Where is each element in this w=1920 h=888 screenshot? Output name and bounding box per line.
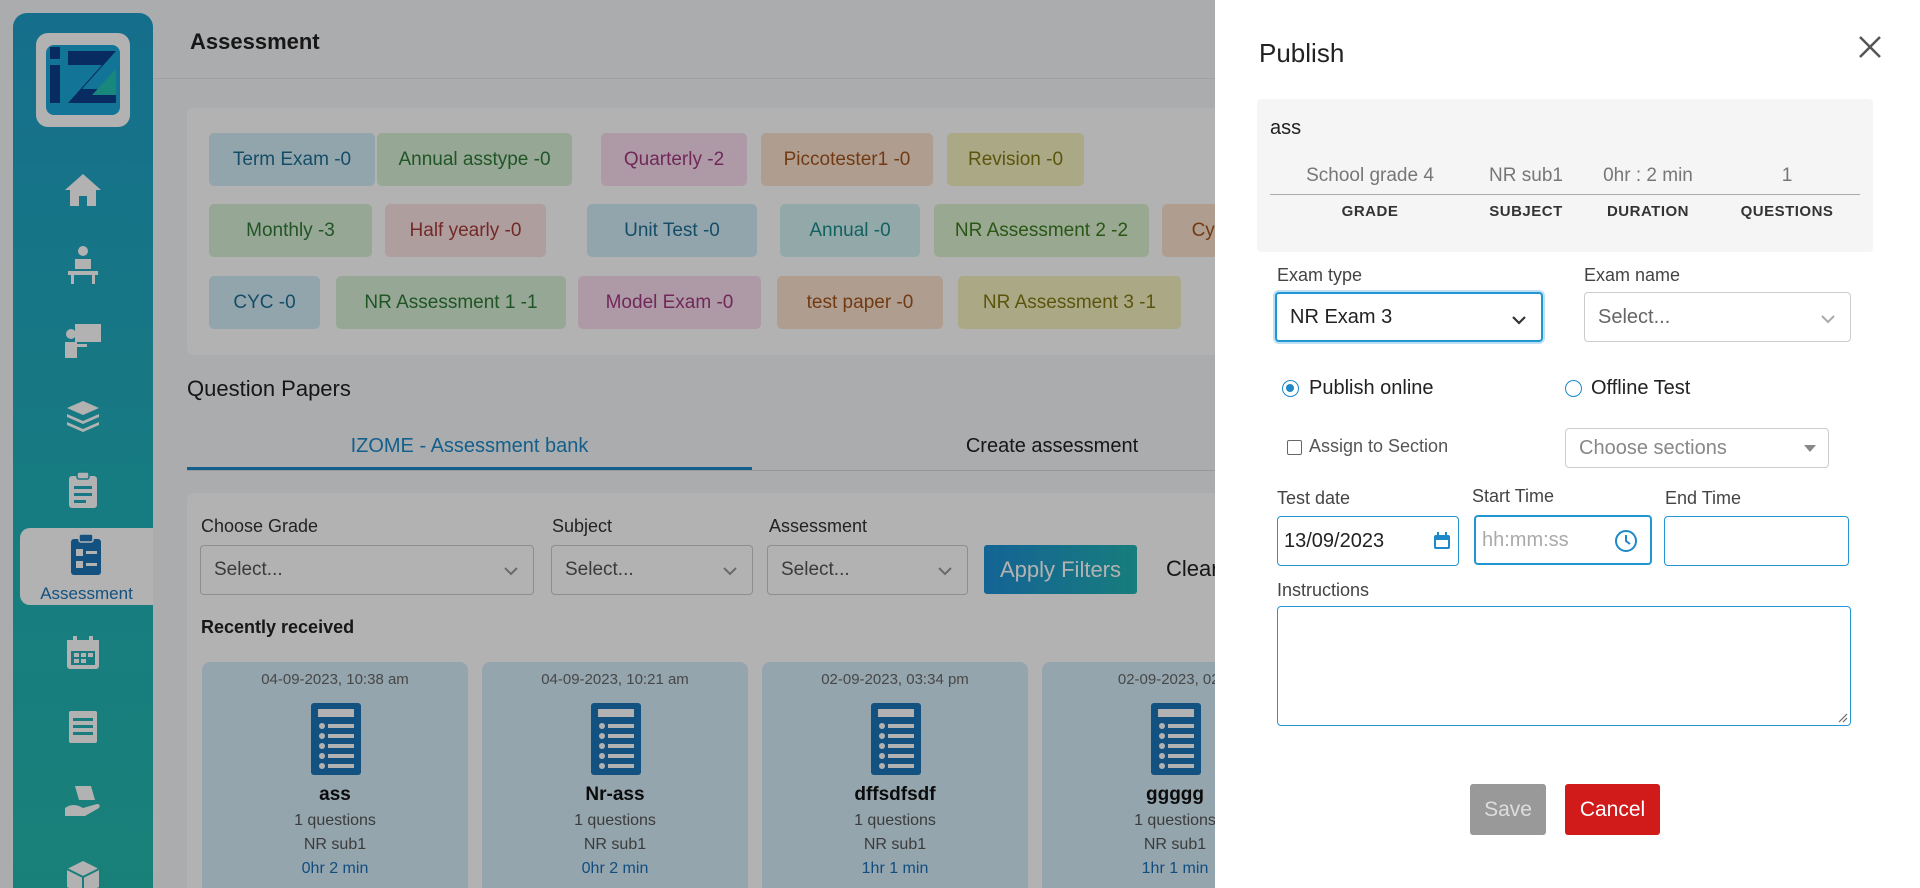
summary-duration: 0hr : 2 min — [1603, 165, 1693, 186]
grade-header: GRADE — [1341, 203, 1399, 220]
exam-name-value: Select... — [1598, 305, 1671, 328]
subject-header: SUBJECT — [1489, 203, 1563, 220]
exam-type-select[interactable]: NR Exam 3 — [1275, 292, 1543, 342]
publish-online-radio[interactable] — [1282, 380, 1299, 397]
save-button[interactable]: Save — [1470, 784, 1546, 835]
sections-select[interactable]: Choose sections — [1565, 428, 1829, 468]
instructions-textarea[interactable] — [1277, 606, 1851, 726]
chevron-down-icon — [1821, 315, 1835, 324]
chevron-down-icon — [1512, 316, 1526, 325]
calendar-icon[interactable] — [1433, 532, 1451, 550]
summary-grade: School grade 4 — [1306, 165, 1434, 186]
close-icon[interactable] — [1855, 32, 1885, 62]
summary-divider — [1270, 194, 1860, 195]
test-date-value: 13/09/2023 — [1284, 529, 1385, 552]
questions-header: QUESTIONS — [1740, 203, 1834, 220]
exam-name-label: Exam name — [1584, 265, 1681, 285]
caret-down-icon — [1804, 445, 1816, 452]
modal-title: Publish — [1259, 38, 1345, 68]
sections-value: Choose sections — [1579, 436, 1727, 459]
summary-subject: NR sub1 — [1489, 165, 1563, 186]
exam-type-label: Exam type — [1277, 265, 1363, 285]
offline-test-radio[interactable] — [1565, 380, 1582, 397]
start-time-input[interactable]: hh:mm:ss — [1474, 515, 1652, 565]
assessment-summary: ass School grade 4 NR sub1 0hr : 2 min 1… — [1257, 99, 1873, 252]
summary-questions: 1 — [1781, 165, 1793, 186]
end-time-label: End Time — [1665, 488, 1742, 508]
test-date-input[interactable]: 13/09/2023 — [1277, 516, 1459, 566]
clock-icon[interactable] — [1614, 529, 1638, 553]
assign-section-label[interactable]: Assign to Section — [1309, 436, 1448, 457]
exam-type-value: NR Exam 3 — [1290, 305, 1393, 328]
summary-name: ass — [1270, 117, 1302, 139]
exam-name-select[interactable]: Select... — [1584, 292, 1851, 342]
end-time-input[interactable] — [1664, 516, 1849, 566]
offline-test-label[interactable]: Offline Test — [1591, 377, 1690, 400]
assign-section-checkbox[interactable] — [1287, 440, 1302, 455]
start-time-placeholder: hh:mm:ss — [1482, 528, 1569, 551]
start-time-label: Start Time — [1472, 486, 1555, 506]
instructions-label: Instructions — [1277, 580, 1370, 600]
publish-modal: Publish ass School grade 4 NR sub1 0hr :… — [1215, 0, 1920, 888]
cancel-button[interactable]: Cancel — [1565, 784, 1660, 835]
publish-online-label[interactable]: Publish online — [1309, 377, 1434, 400]
resize-handle-icon[interactable] — [1838, 713, 1848, 723]
duration-header: DURATION — [1606, 203, 1690, 220]
test-date-label: Test date — [1277, 488, 1351, 508]
